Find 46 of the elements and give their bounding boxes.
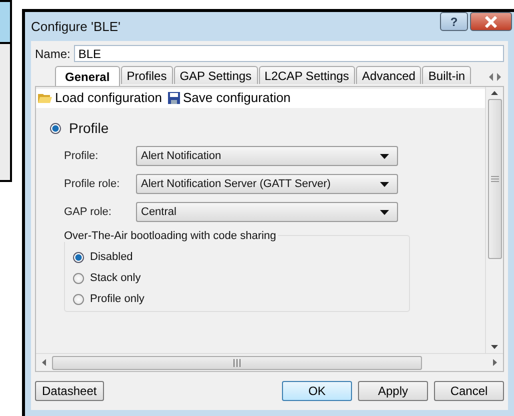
datasheet-button[interactable]: Datasheet [35,381,104,401]
dropdown-arrow-icon [380,182,389,186]
radio-button[interactable] [73,252,84,262]
radio-label: Stack only [90,272,141,284]
scroll-right-icon[interactable] [493,359,497,366]
save-button[interactable]: Save configuration [168,90,291,105]
dialog-button[interactable]: OK [282,381,352,401]
tab[interactable]: Advanced [356,66,422,84]
horizontal-scrollbar[interactable] [36,353,503,371]
dropdown-arrow-icon [380,154,389,158]
help-button[interactable]: ? [440,12,468,31]
field-label: Profile: [64,150,100,162]
scroll-thumb[interactable] [488,99,502,259]
field-label: Profile role: [64,178,121,190]
scroll-thumb[interactable] [52,356,422,370]
scroll-up-icon[interactable] [491,91,498,95]
tab[interactable]: General [55,66,120,86]
radio-button[interactable] [73,294,84,304]
radio-label: Disabled [90,251,133,263]
scroll-down-icon[interactable] [491,345,498,349]
radio-label: Profile only [90,293,144,305]
close-icon [484,16,498,28]
close-button[interactable] [470,12,512,31]
scroll-left-icon[interactable] [42,359,46,366]
name-label: Name: [35,46,70,60]
radio-button[interactable] [73,272,84,284]
tab[interactable]: L2CAP Settings [258,66,356,84]
tab-scroll-arrows-icon[interactable] [488,73,502,81]
radio-button[interactable] [50,122,61,134]
dialog-button[interactable]: Apply [358,381,428,401]
tab[interactable]: Built-in [422,66,472,84]
vertical-scrollbar[interactable] [485,87,503,353]
folder-icon [38,92,52,104]
window-title: Configure 'BLE' [31,19,122,34]
group-title: Over-The-Air bootloading with code sharing [64,230,278,242]
dropdown[interactable]: Alert Notification Server (GATT Server) [136,174,398,194]
dialog-button[interactable]: Cancel [434,381,504,401]
tab[interactable]: GAP Settings [174,66,258,84]
name-field[interactable]: BLE [74,45,504,62]
radio-label: Profile [69,120,109,136]
dropdown[interactable]: Central [136,202,398,222]
dropdown-arrow-icon [380,210,389,214]
tab[interactable]: Profiles [120,66,173,84]
dropdown[interactable]: Alert Notification [136,146,398,166]
load-button[interactable]: Load configuration [38,90,162,105]
field-label: GAP role: [64,206,112,218]
